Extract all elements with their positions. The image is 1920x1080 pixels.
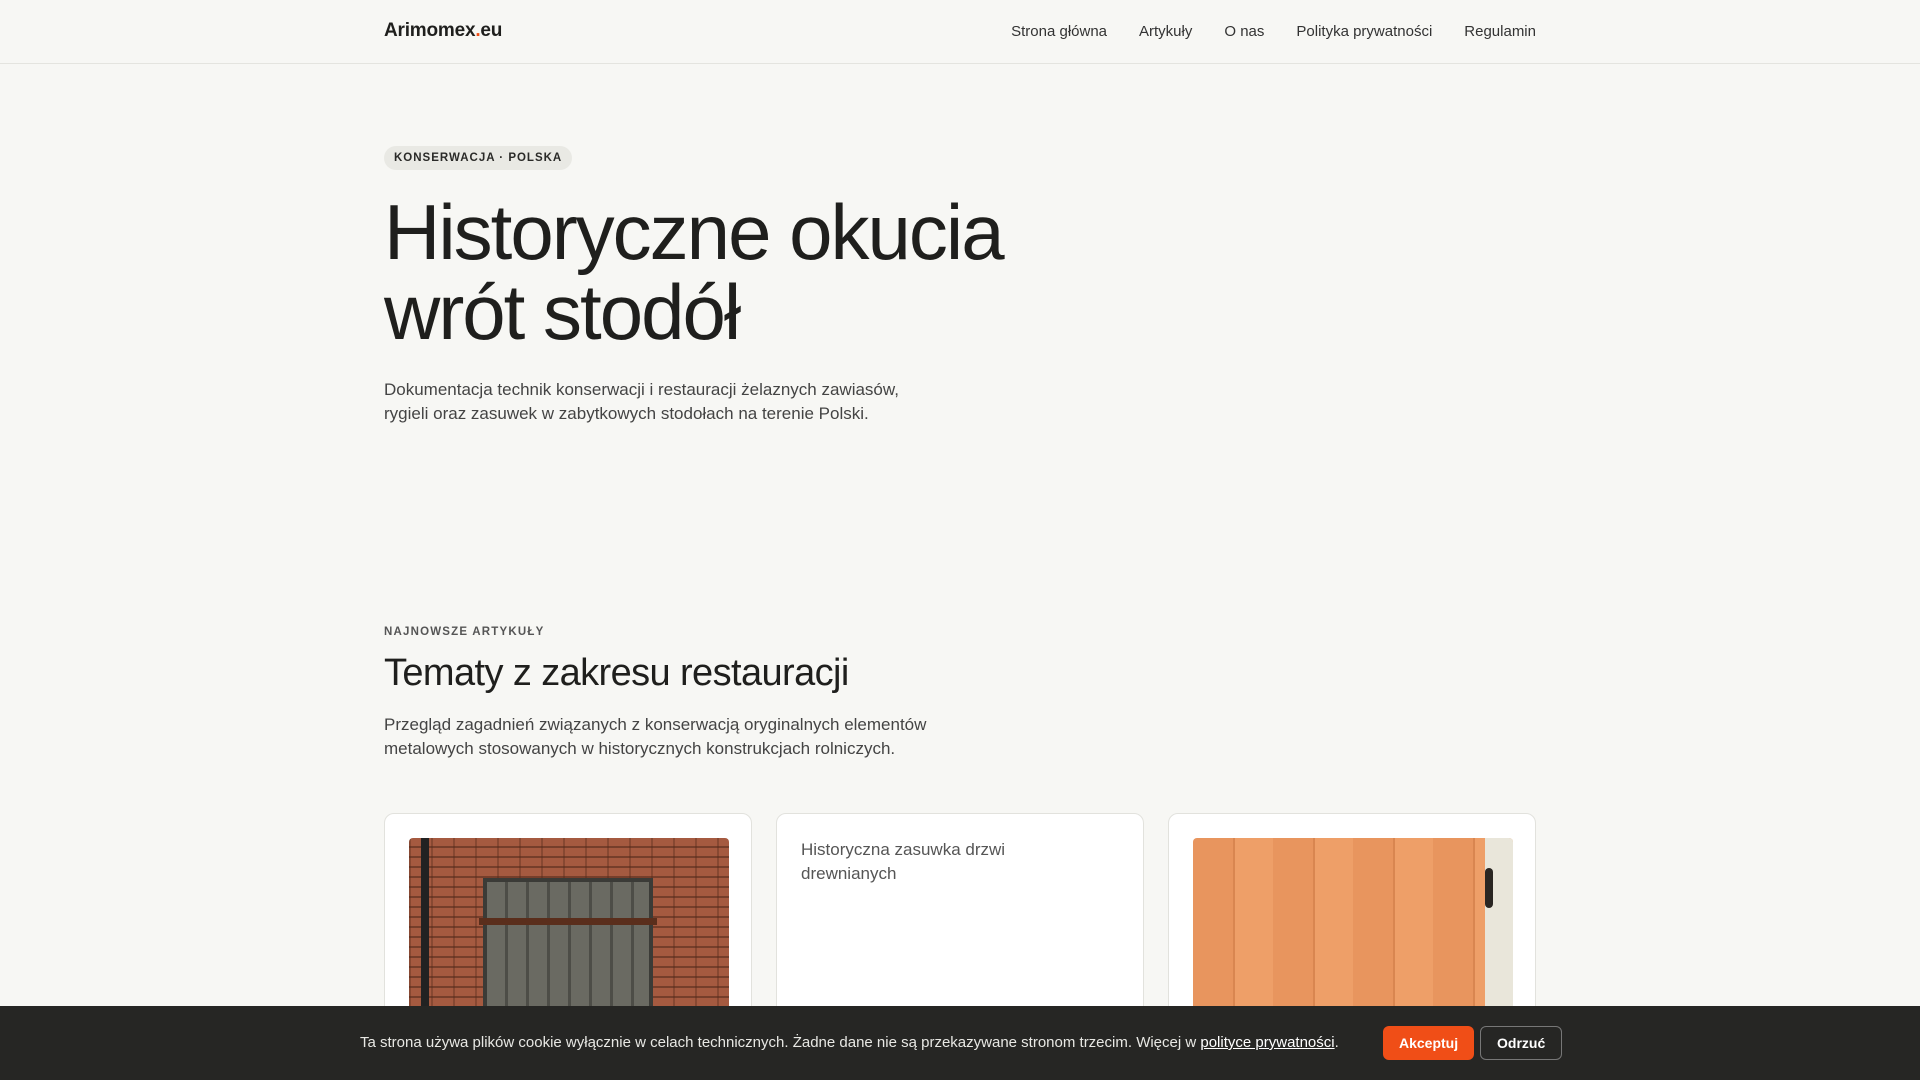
nav-privacy[interactable]: Polityka prywatności [1296, 23, 1432, 40]
cookie-privacy-link[interactable]: polityce prywatności [1200, 1034, 1334, 1051]
cookie-accept-button[interactable]: Akceptuj [1383, 1026, 1475, 1060]
cookie-suffix: . [1334, 1034, 1339, 1051]
cookie-reject-button[interactable]: Odrzuć [1480, 1026, 1563, 1060]
hero-description: Dokumentacja technik konserwacji i resta… [384, 380, 899, 423]
brand-tld: eu [480, 20, 503, 41]
hero-title-line1: Historyczne okucia [384, 188, 1005, 276]
cookie-message: Ta strona używa plików cookie wyłącznie … [360, 1034, 1339, 1051]
articles-title: Tematy z zakresu restauracji [384, 652, 849, 694]
brand-name: Arimomex [384, 20, 476, 41]
hero-title: Historyczne okucia wrót stodół [384, 192, 1084, 352]
main-nav: Strona główna Artykuły O nas Polityka pr… [1011, 23, 1536, 40]
nav-about[interactable]: O nas [1224, 23, 1264, 40]
brand-logo[interactable]: Arimomex.eu [384, 20, 502, 42]
nav-home[interactable]: Strona główna [1011, 23, 1107, 40]
cookie-banner: Ta strona używa plików cookie wyłącznie … [0, 1006, 1920, 1080]
image-hinge-top [479, 918, 657, 925]
cookie-text: Ta strona używa plików cookie wyłącznie … [360, 1034, 1201, 1051]
nav-terms[interactable]: Regulamin [1464, 23, 1536, 40]
image-alt-text: Historyczna zasuwka drzwi drewnianych [801, 840, 1006, 883]
nav-articles[interactable]: Artykuły [1139, 23, 1192, 40]
hero-title-line2: wrót stodół [384, 268, 741, 356]
hero-section: KONSERWACJA · POLSKA Historyczne okucia … [384, 146, 1536, 426]
site-header: Arimomex.eu Strona główna Artykuły O nas… [0, 0, 1920, 64]
articles-section: NAJNOWSZE ARTYKUŁY Tematy z zakresu rest… [384, 626, 1536, 761]
articles-lead: Przegląd zagadnień związanych z konserwa… [384, 715, 927, 758]
articles-eyebrow: NAJNOWSZE ARTYKUŁY [384, 626, 545, 638]
image-door-handle [1485, 868, 1493, 908]
hero-tag: KONSERWACJA · POLSKA [384, 146, 573, 170]
